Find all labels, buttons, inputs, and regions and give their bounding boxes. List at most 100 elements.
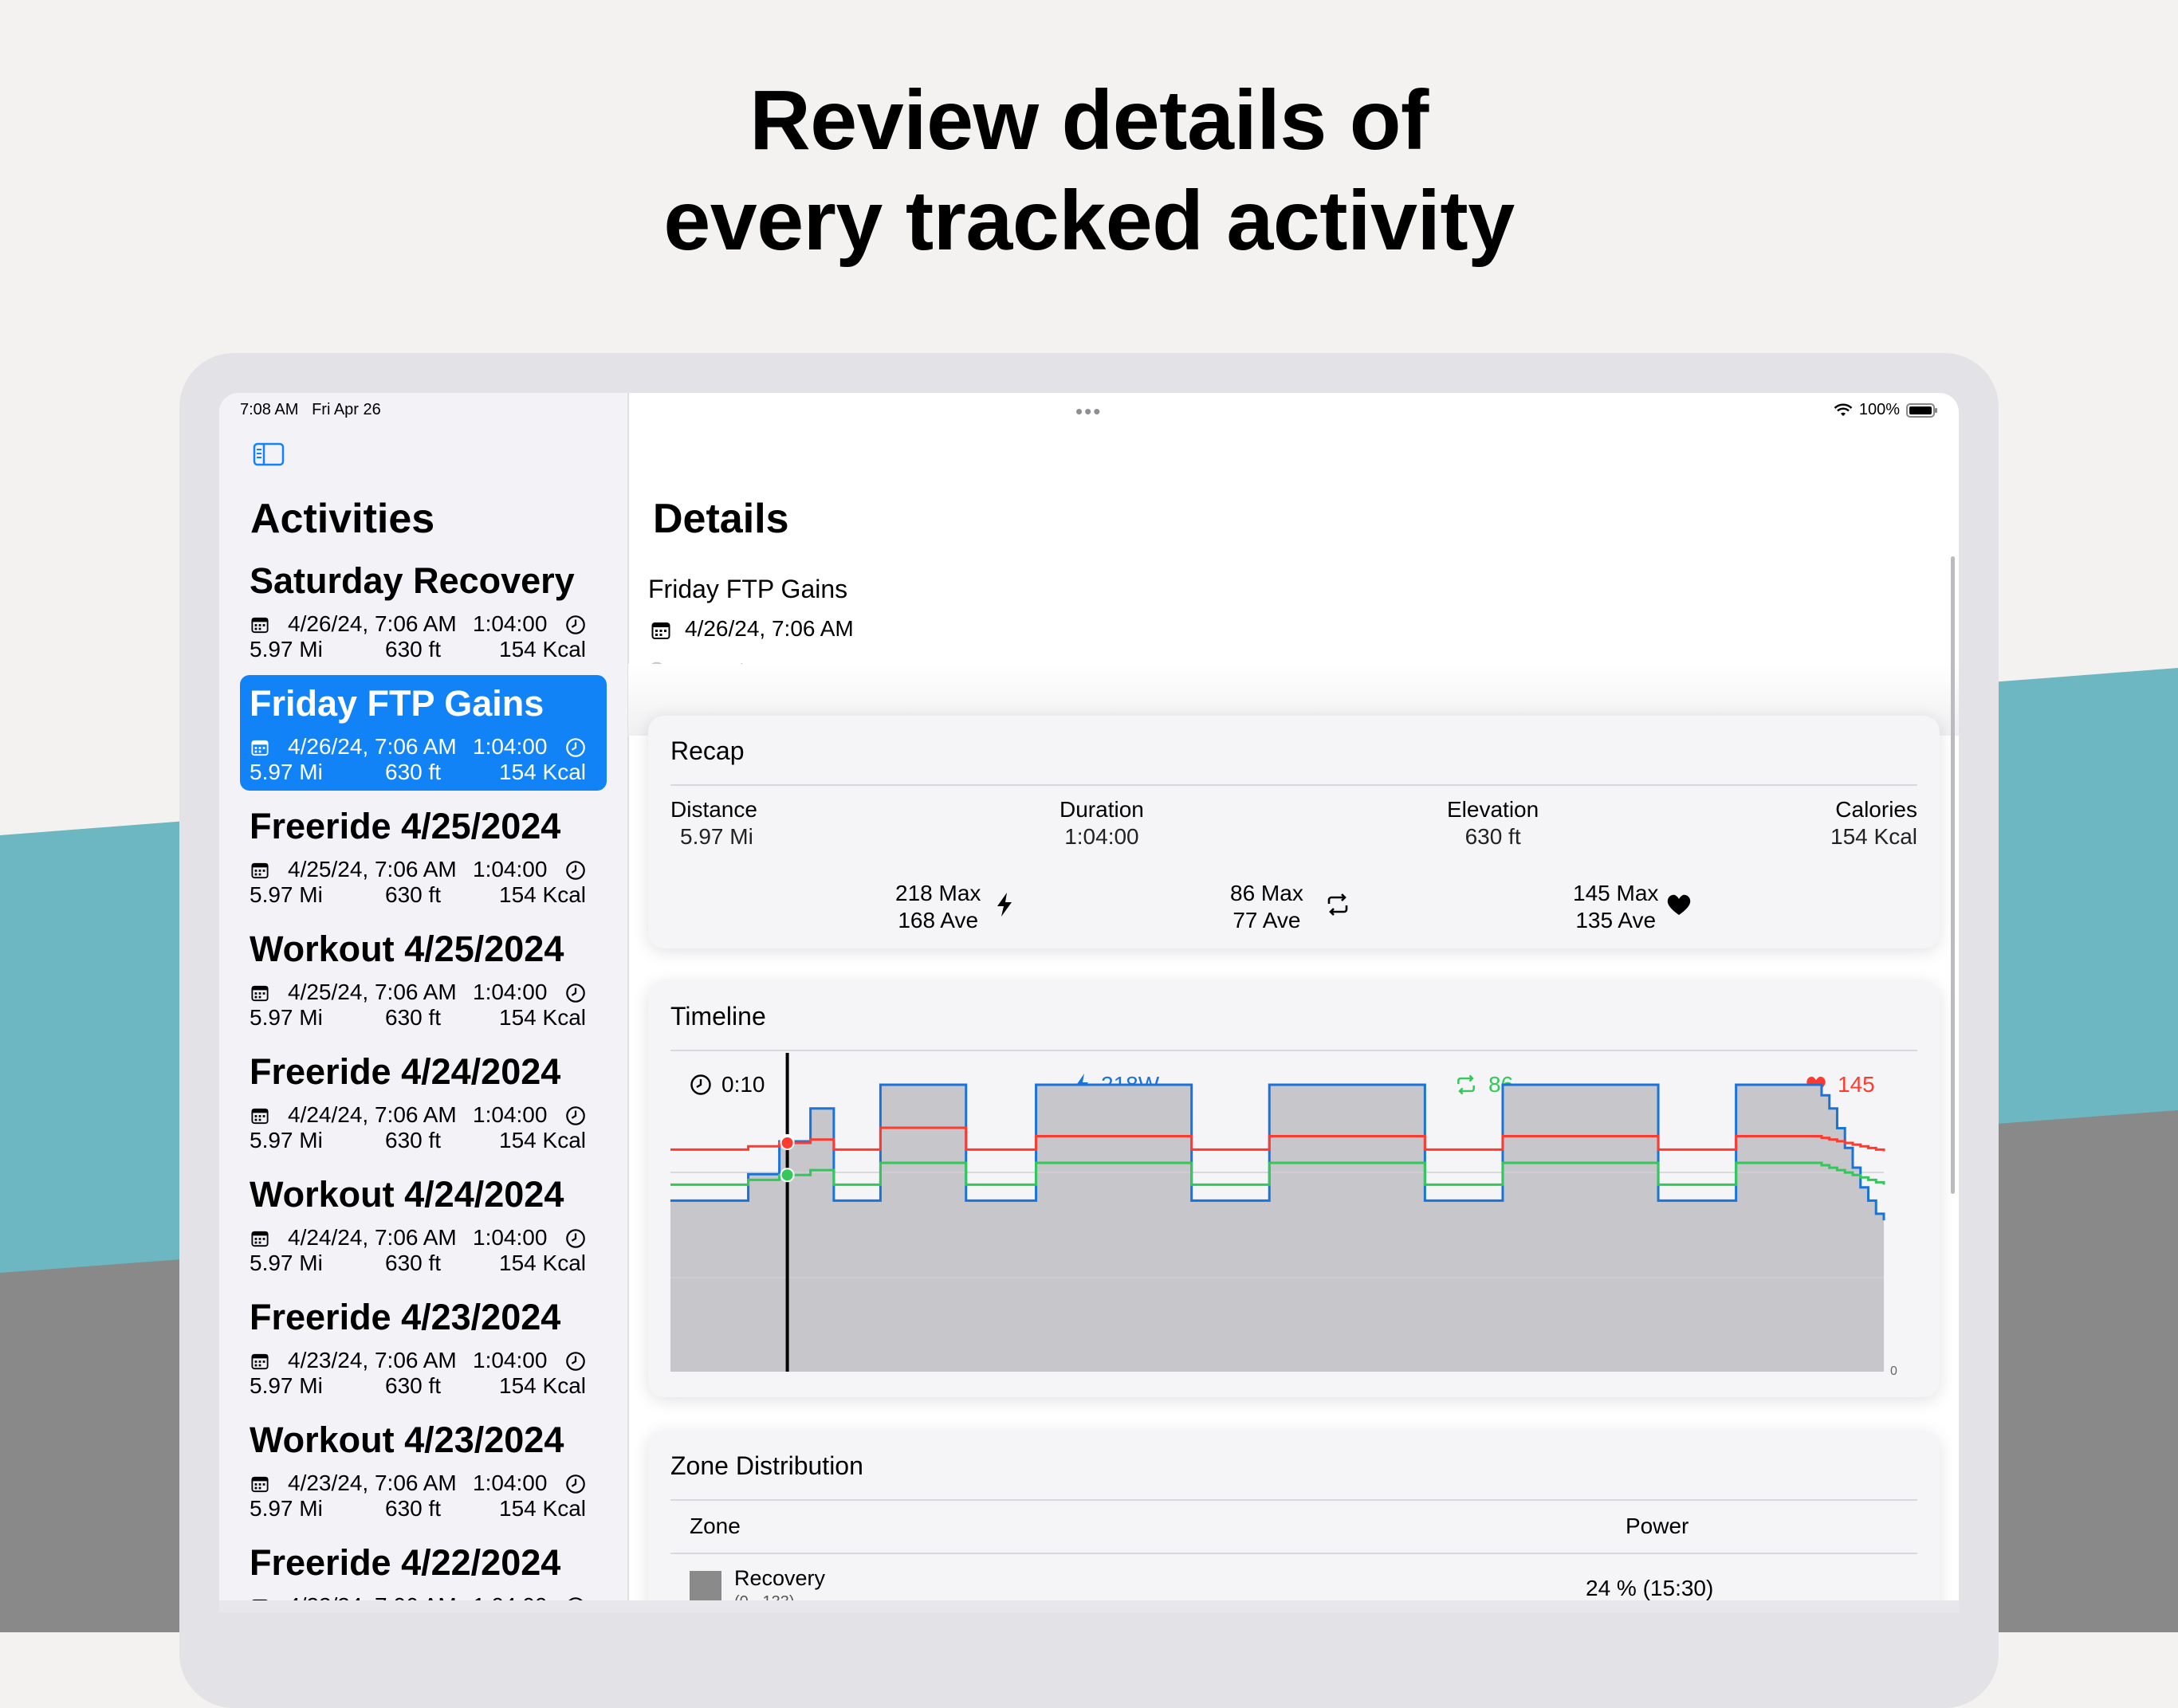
sidebar-toggle-icon[interactable]: [253, 442, 285, 466]
activity-item-name: Friday FTP Gains: [250, 683, 544, 724]
calories-stat: Calories 154 Kcal: [1830, 797, 1917, 850]
activity-item-name: Workout 4/23/2024: [250, 1419, 564, 1460]
axis-zero-label: 0: [1890, 1364, 1897, 1378]
activity-list-item[interactable]: Freeride 4/23/2024 4/23/24, 7:06 AM 1:04…: [240, 1289, 607, 1404]
activity-item-date: 4/26/24, 7:06 AM: [288, 734, 457, 759]
activity-item-distance: 5.97 Mi: [250, 637, 323, 662]
activity-item-calories: 154 Kcal: [499, 1373, 586, 1398]
activity-item-calories: 154 Kcal: [499, 637, 586, 662]
activity-list-item[interactable]: Workout 4/24/2024 4/24/24, 7:06 AM 1:04:…: [240, 1166, 607, 1282]
activity-item-distance: 5.97 Mi: [250, 1496, 323, 1521]
activity-item-date: 4/25/24, 7:06 AM: [288, 980, 457, 1004]
details-title: Details: [653, 496, 789, 542]
activity-item-duration: 1:04:00: [473, 980, 548, 1004]
calendar-icon: [651, 622, 670, 639]
clock-icon: [565, 983, 586, 1003]
power-area: [670, 1085, 1884, 1372]
timeline-chart[interactable]: 0: [648, 981, 1940, 1397]
bolt-icon: [997, 893, 1012, 917]
wifi-icon: [1834, 403, 1853, 416]
battery-icon: [1906, 402, 1937, 418]
divider: [670, 1553, 1917, 1554]
activity-item-duration: 1:04:00: [473, 1348, 548, 1372]
zone-column-header: Zone: [690, 1514, 741, 1538]
activity-item-name: Workout 4/24/2024: [250, 1174, 564, 1215]
activity-item-date: 4/23/24, 7:06 AM: [288, 1470, 457, 1495]
calendar-icon: [251, 984, 269, 1002]
app-screen: 7:08 AM Fri Apr 26 Activities Saturday R…: [219, 393, 1959, 1612]
activity-list-item[interactable]: Workout 4/25/2024 4/25/24, 7:06 AM 1:04:…: [240, 921, 607, 1036]
cadence-cursor-dot: [780, 1168, 795, 1183]
duration-label: Duration: [1060, 797, 1144, 822]
activity-item-distance: 5.97 Mi: [250, 1005, 323, 1030]
activity-list-item[interactable]: Freeride 4/25/2024 4/25/24, 7:06 AM 1:04…: [240, 798, 607, 913]
activity-item-duration: 1:04:00: [473, 1102, 548, 1127]
zone-name: Recovery: [734, 1566, 826, 1590]
distance-value: 5.97 Mi: [680, 824, 753, 849]
activity-list-item[interactable]: Friday FTP Gains 4/26/24, 7:06 AM 1:04:0…: [240, 675, 607, 791]
power-ave: 168 Ave: [898, 908, 979, 933]
calendar-icon: [251, 739, 269, 756]
activity-item-distance: 5.97 Mi: [250, 760, 323, 784]
activity-item-name: Freeride 4/22/2024: [250, 1542, 561, 1583]
clock-icon: [565, 1228, 586, 1249]
activity-item-distance: 5.97 Mi: [250, 1128, 323, 1152]
activity-list-item[interactable]: Workout 4/23/2024 4/23/24, 7:06 AM 1:04:…: [240, 1412, 607, 1527]
heart-metric: 145 Max 135 Ave: [1573, 880, 1658, 934]
activity-list-item[interactable]: Freeride 4/24/2024 4/24/24, 7:06 AM 1:04…: [240, 1043, 607, 1159]
activity-item-name: Workout 4/25/2024: [250, 929, 564, 969]
activity-item-duration: 1:04:00: [473, 734, 548, 759]
divider: [670, 1499, 1917, 1501]
duration-value: 1:04:00: [1064, 824, 1139, 849]
elevation-label: Elevation: [1447, 797, 1539, 822]
activity-name[interactable]: Friday FTP Gains: [648, 575, 847, 604]
divider: [670, 784, 1917, 786]
multitasking-dots-icon[interactable]: •••: [1075, 399, 1102, 424]
activity-item-calories: 154 Kcal: [499, 760, 586, 784]
elevation-stat: Elevation 630 ft: [1447, 797, 1539, 850]
bottom-bar: [219, 1600, 1959, 1612]
activity-item-elevation: 630 ft: [385, 1005, 442, 1030]
duration-stat: Duration 1:04:00: [1060, 797, 1144, 850]
calendar-icon: [251, 616, 269, 634]
activity-list-item[interactable]: Saturday Recovery 4/26/24, 7:06 AM 1:04:…: [240, 552, 607, 668]
zone-color-swatch: [690, 1571, 721, 1603]
distance-label: Distance: [670, 797, 757, 822]
details-scrollbar[interactable]: [1951, 556, 1955, 1194]
calories-label: Calories: [1835, 797, 1917, 822]
timeline-card: Timeline 0:10 218W 86 145 0: [648, 981, 1940, 1397]
activity-item-elevation: 630 ft: [385, 1251, 442, 1275]
activity-item-calories: 154 Kcal: [499, 882, 586, 907]
activity-item-name: Freeride 4/23/2024: [250, 1297, 561, 1337]
cadence-metric: 86 Max 77 Ave: [1230, 880, 1303, 934]
activity-item-name: Freeride 4/24/2024: [250, 1051, 561, 1092]
cadence-max: 86 Max: [1230, 881, 1303, 905]
clock-icon: [565, 614, 586, 635]
repeat-icon: [1327, 893, 1348, 916]
activity-item-duration: 1:04:00: [473, 611, 548, 636]
activity-item-date: 4/23/24, 7:06 AM: [288, 1348, 457, 1372]
power-max: 218 Max: [895, 881, 981, 905]
activity-item-duration: 1:04:00: [473, 857, 548, 881]
activity-item-elevation: 630 ft: [385, 637, 442, 662]
power-column-header: Power: [1626, 1514, 1689, 1538]
activity-item-date: 4/24/24, 7:06 AM: [288, 1225, 457, 1250]
activity-item-duration: 1:04:00: [473, 1225, 548, 1250]
calories-value: 154 Kcal: [1830, 824, 1917, 849]
activity-item-calories: 154 Kcal: [499, 1005, 586, 1030]
activity-item-date: 4/26/24, 7:06 AM: [288, 611, 457, 636]
activity-item-name: Saturday Recovery: [250, 560, 575, 601]
clock-icon: [565, 860, 586, 881]
recap-title: Recap: [670, 736, 745, 765]
calendar-icon: [251, 1475, 269, 1493]
sidebar: 7:08 AM Fri Apr 26 Activities Saturday R…: [219, 393, 629, 1612]
heart-ave: 135 Ave: [1575, 908, 1657, 933]
status-time: 7:08 AM Fri Apr 26: [240, 401, 381, 418]
calendar-icon: [251, 862, 269, 879]
activity-item-date: 4/24/24, 7:06 AM: [288, 1102, 457, 1127]
headline-line-1: Review details of: [749, 73, 1429, 167]
heart-cursor-dot: [780, 1135, 795, 1150]
calendar-icon: [251, 1230, 269, 1247]
headline-line-2: every tracked activity: [663, 174, 1515, 268]
recap-card: Recap Distance 5.97 Mi Duration 1:04:00 …: [648, 716, 1940, 948]
